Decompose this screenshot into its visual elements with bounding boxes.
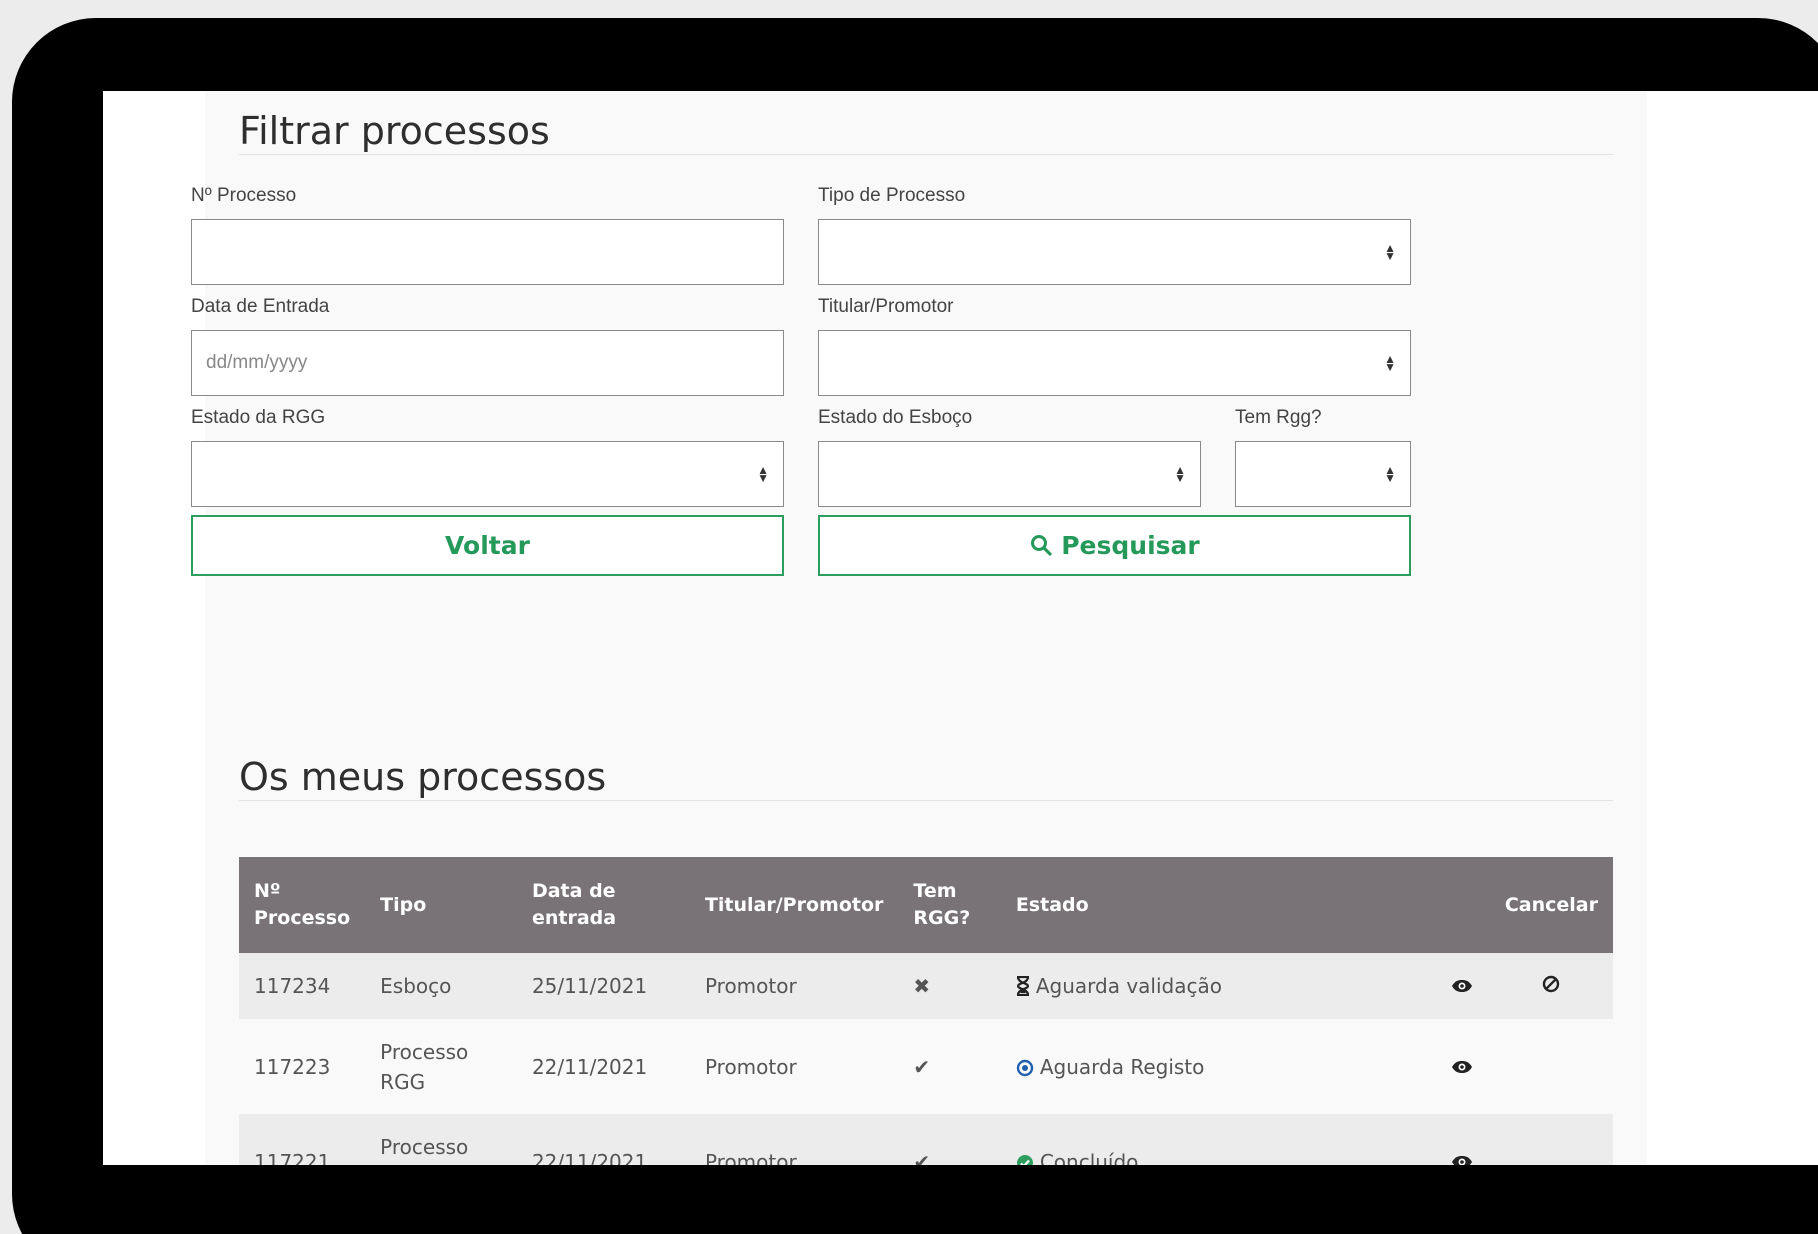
row-tem-rgg-check-icon: ✔ [898,1114,1001,1165]
check-circle-icon [1016,1147,1034,1165]
select-arrows-icon: ▲ ▼ [1384,352,1396,374]
numero-processo-label: Nº Processo [191,185,297,206]
row-estado: Aguarda validação [1000,953,1436,1019]
titular-promotor-select[interactable]: ▲ ▼ [818,330,1411,396]
col-tipo-header: Tipo [365,857,517,953]
tipo-processo-label: Tipo de Processo [818,185,966,206]
table-row[interactable]: 117221 Processo RGG 22/11/2021 Promotor … [239,1114,1613,1165]
cancel-action-empty [1489,1114,1613,1165]
data-entrada-label: Data de Entrada [191,296,330,317]
col-titular-header: Titular/Promotor [689,857,899,953]
tipo-processo-select[interactable]: ▲ ▼ [818,219,1411,285]
cancel-action[interactable] [1489,953,1613,1019]
row-tipo: Esboço [365,953,517,1019]
row-numero: 117223 [239,1019,366,1114]
row-numero: 117221 [239,1114,366,1165]
row-tem-rgg-check-icon: ✔ [898,1019,1001,1114]
row-data: 25/11/2021 [516,953,690,1019]
select-arrows-icon: ▲ ▼ [757,463,769,485]
estado-rgg-select[interactable]: ▲ ▼ [191,441,784,507]
row-tipo: Processo RGG [365,1019,517,1114]
row-estado-text: Aguarda validação [1035,974,1222,998]
row-data: 22/11/2021 [516,1019,690,1114]
eye-icon[interactable] [1451,1055,1473,1079]
titular-promotor-label: Titular/Promotor [818,296,954,317]
row-numero: 117234 [239,953,366,1019]
select-arrows-icon: ▲ ▼ [1384,241,1396,263]
view-action[interactable] [1435,953,1490,1019]
tem-rgg-label: Tem Rgg? [1235,407,1322,428]
list-divider [239,800,1613,801]
data-entrada-input[interactable]: dd/mm/yyyy [191,330,784,396]
meus-processos-title: Os meus processos [239,755,607,799]
voltar-button-label: Voltar [445,531,530,560]
estado-rgg-label: Estado da RGG [191,407,326,428]
row-estado: Aguarda Registo [1000,1019,1436,1114]
col-cancelar-header: Cancelar [1489,857,1613,953]
tem-rgg-select[interactable]: ▲ ▼ [1235,441,1411,507]
filter-divider [239,154,1613,155]
processos-table: Nº Processo Tipo Data de entrada Titular… [239,857,1613,1165]
dot-circle-icon [1016,1052,1034,1082]
view-action[interactable] [1435,1019,1490,1114]
row-titular: Promotor [689,1114,899,1165]
pesquisar-button[interactable]: Pesquisar [818,515,1411,576]
row-estado-text: Concluído [1039,1149,1139,1166]
filter-title: Filtrar processos [239,109,550,153]
row-data: 22/11/2021 [516,1114,690,1165]
row-titular: Promotor [689,953,899,1019]
select-arrows-icon: ▲ ▼ [1384,463,1396,485]
hourglass-icon [1016,971,1030,1001]
eye-icon[interactable] [1451,974,1473,998]
pesquisar-button-label: Pesquisar [1061,531,1200,560]
col-tem-rgg-header: Tem RGG? [898,857,1001,953]
row-estado: Concluído [1000,1114,1436,1166]
eye-icon[interactable] [1451,1150,1473,1165]
ban-icon[interactable] [1542,974,1560,998]
view-action[interactable] [1435,1114,1490,1165]
cancel-action-empty [1489,1019,1613,1114]
screen: Filtrar processos Nº Processo Tipo de Pr… [103,91,1818,1165]
row-titular: Promotor [689,1019,899,1114]
table-row[interactable]: 117234 Esboço 25/11/2021 Promotor ✖ Agua… [239,953,1613,1019]
col-data-header: Data de entrada [516,857,690,953]
row-estado-text: Aguarda Registo [1039,1054,1205,1079]
col-ver-header [1435,857,1490,953]
table-row[interactable]: 117223 Processo RGG 22/11/2021 Promotor … [239,1019,1613,1114]
estado-esboco-label: Estado do Esboço [818,407,973,428]
row-tem-rgg-x-icon: ✖ [898,953,1001,1019]
table-header-row: Nº Processo Tipo Data de entrada Titular… [239,857,1613,953]
search-icon [1029,517,1053,574]
row-tipo: Processo RGG [365,1114,517,1165]
voltar-button[interactable]: Voltar [191,515,784,576]
numero-processo-input[interactable] [191,219,784,285]
col-numero-header: Nº Processo [239,857,366,953]
estado-esboco-select[interactable]: ▲ ▼ [818,441,1201,507]
col-estado-header: Estado [1000,857,1436,953]
select-arrows-icon: ▲ ▼ [1174,463,1186,485]
